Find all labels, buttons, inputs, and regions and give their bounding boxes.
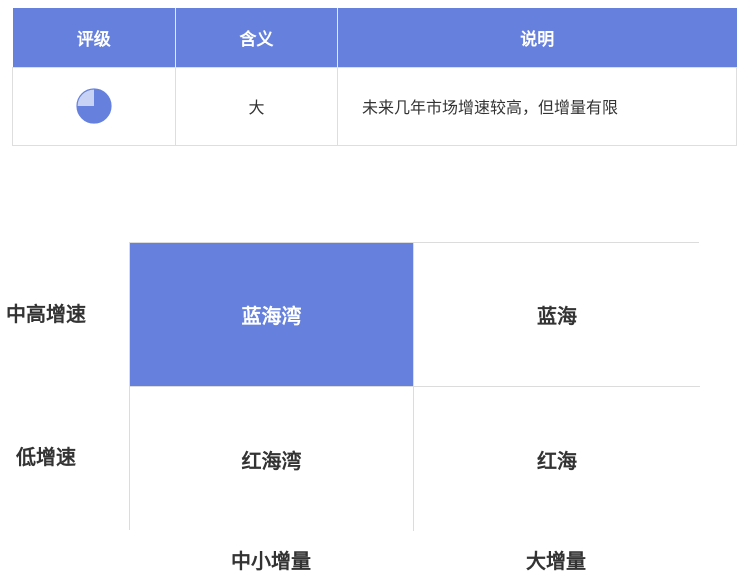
- cell-blue-bay: 蓝海湾: [130, 243, 414, 387]
- market-matrix: 蓝海湾 蓝海 红海湾 红海: [129, 242, 700, 531]
- header-rating: 评级: [12, 8, 176, 67]
- cell-red-ocean: 红海: [414, 387, 700, 531]
- col-label-small-increment: 中小增量: [231, 549, 311, 573]
- rating-table: 评级 含义 说明 大 未来几年市场增速较高，但增量有限: [12, 8, 737, 146]
- header-meaning: 含义: [175, 8, 338, 67]
- row-label-high-growth: 中高增速: [6, 302, 86, 326]
- cell-blue-ocean: 蓝海: [414, 243, 700, 387]
- rating-cell: [12, 66, 176, 146]
- col-label-large-increment: 大增量: [526, 549, 586, 573]
- meaning-cell: 大: [175, 66, 338, 146]
- rating-table-header-row: 评级 含义 说明: [12, 8, 737, 67]
- description-cell: 未来几年市场增速较高，但增量有限: [337, 66, 737, 146]
- pie-rating-icon: [76, 88, 112, 124]
- row-label-low-growth: 低增速: [16, 445, 76, 469]
- table-row: 大 未来几年市场增速较高，但增量有限: [12, 66, 737, 146]
- cell-red-bay: 红海湾: [130, 387, 414, 531]
- header-description: 说明: [337, 8, 737, 67]
